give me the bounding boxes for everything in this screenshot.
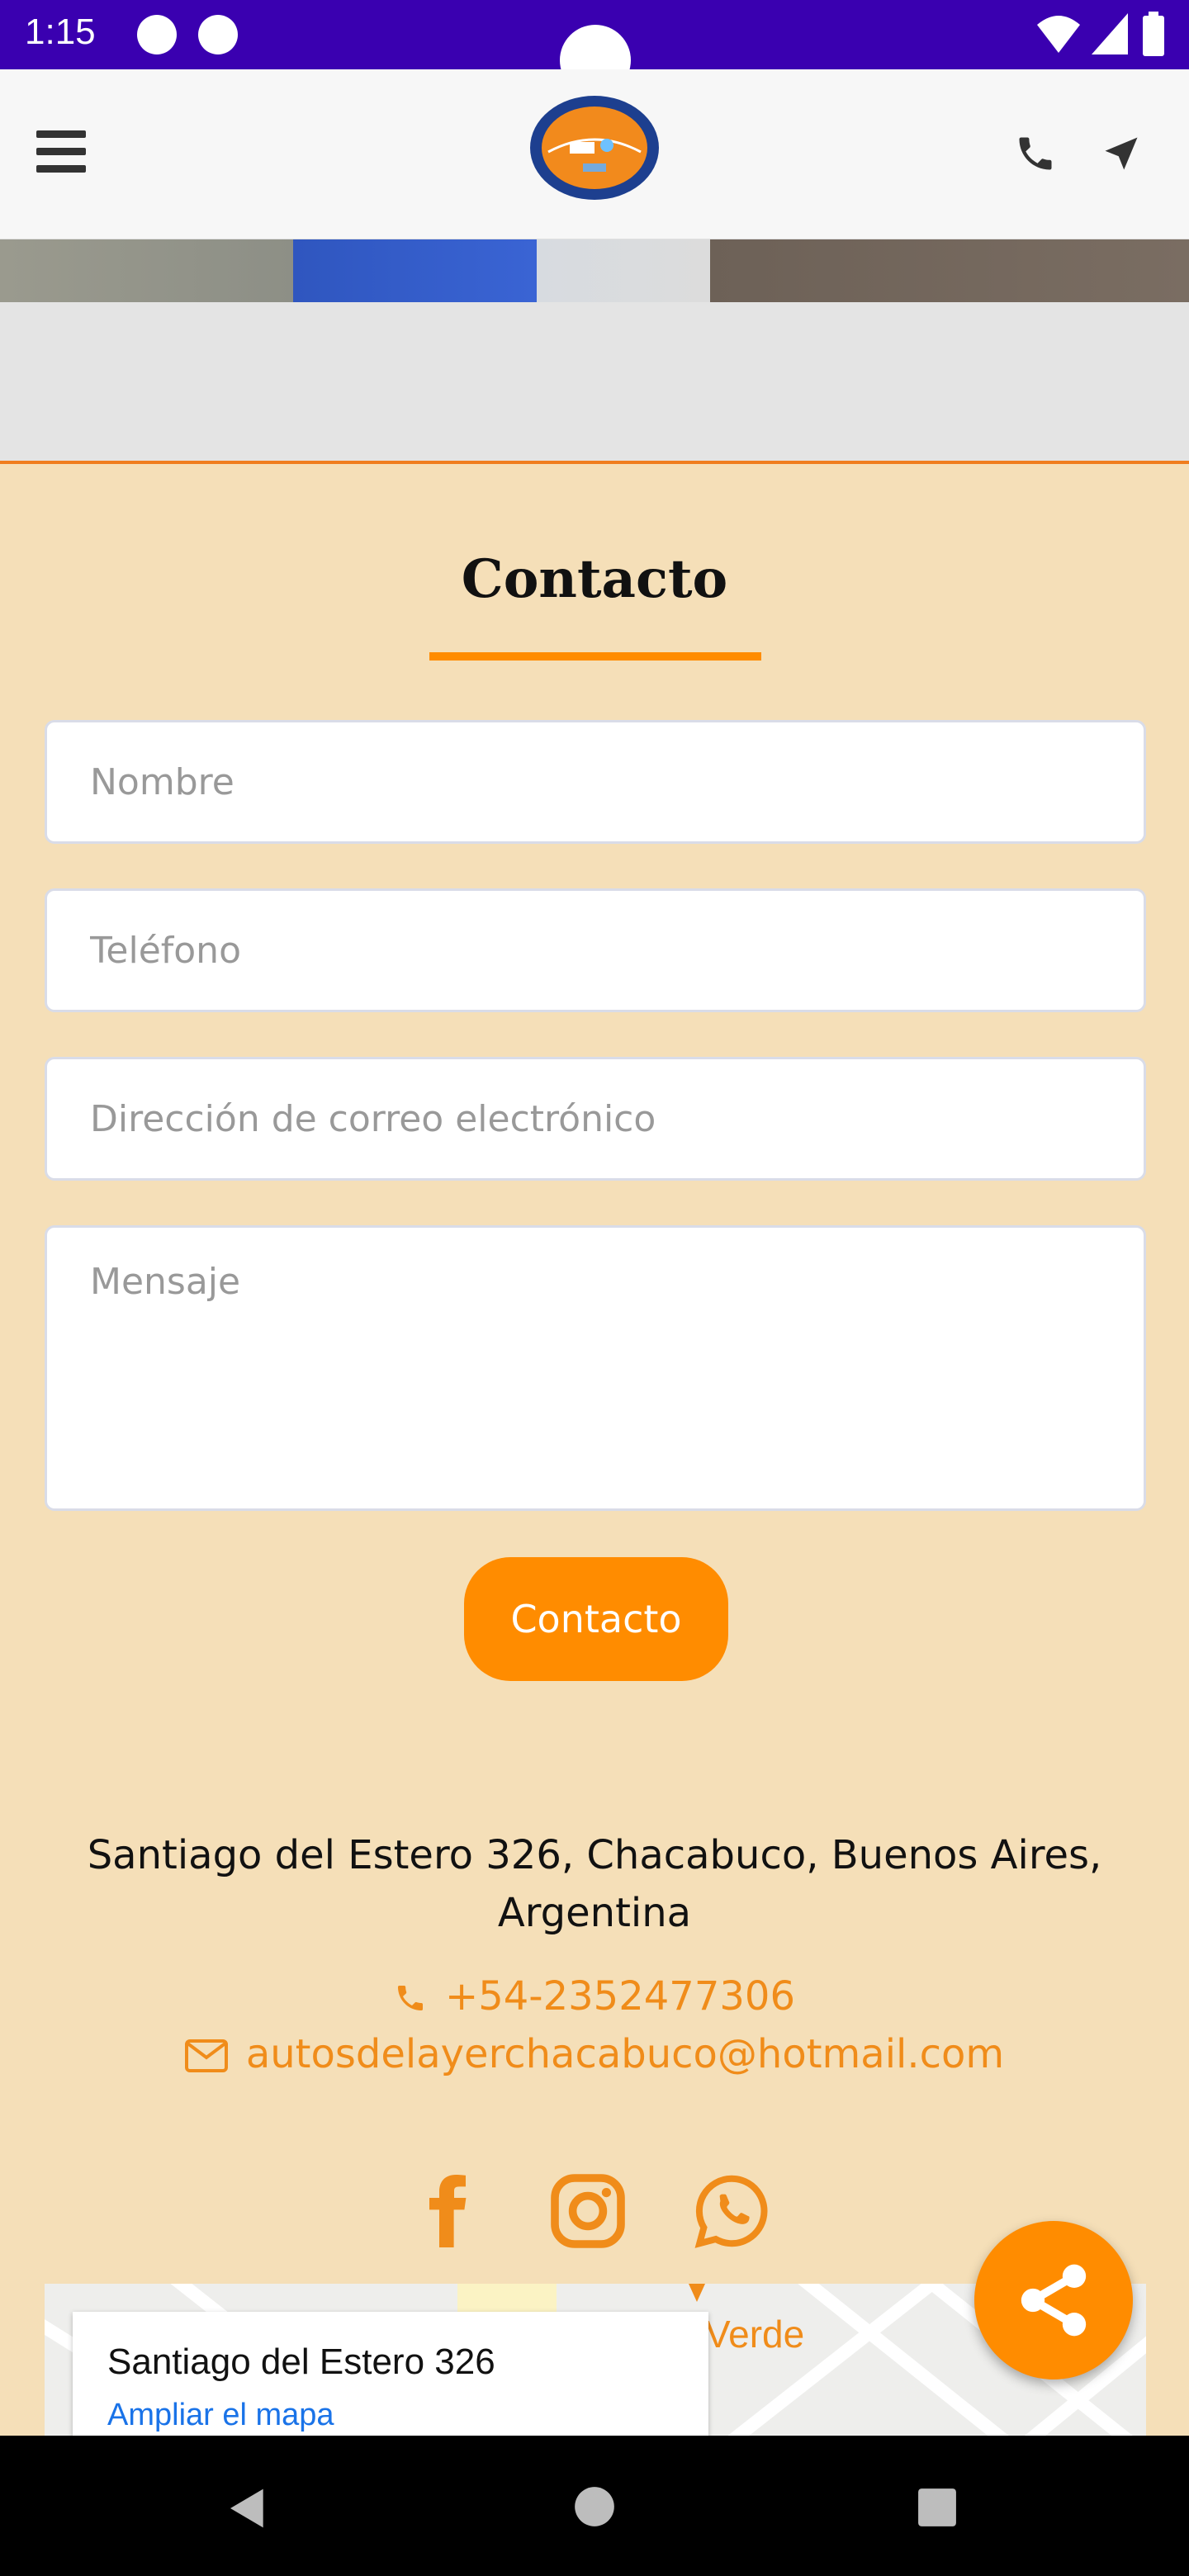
map-enlarge-link[interactable]: Ampliar el mapa xyxy=(107,2398,334,2433)
phone-icon xyxy=(397,1986,423,2010)
email-field[interactable] xyxy=(45,1057,1146,1181)
map-place-title: Santiago del Estero 326 xyxy=(107,2342,495,2382)
address-line-1: Santiago del Estero 326, Chacabuco, Buen… xyxy=(87,1832,1102,1878)
email-address: autosdelayerchacabuco@hotmail.com xyxy=(245,2031,1005,2077)
battery-icon xyxy=(1143,12,1164,56)
site-header xyxy=(0,69,1189,239)
map-label-verde: Verde xyxy=(705,2313,805,2356)
envelope-icon xyxy=(184,2039,228,2072)
recents-icon[interactable] xyxy=(917,2487,958,2528)
title-underline xyxy=(429,652,761,661)
system-navigation-bar xyxy=(0,2436,1189,2576)
address-line-2: Argentina xyxy=(497,1890,692,1936)
facebook-icon[interactable] xyxy=(408,2171,487,2251)
status-time: 1:15 xyxy=(25,12,96,52)
name-field[interactable] xyxy=(45,720,1146,844)
app-notification-icon xyxy=(198,15,238,54)
notification-dot-icon xyxy=(137,15,177,54)
hamburger-icon[interactable] xyxy=(36,130,86,175)
share-icon xyxy=(1021,2264,1087,2337)
address: Santiago del Estero 326, Chacabuco, Buen… xyxy=(0,1826,1189,1942)
instagram-icon[interactable] xyxy=(548,2171,628,2251)
email-link[interactable]: autosdelayerchacabuco@hotmail.com xyxy=(0,2031,1189,2077)
navigation-arrow-icon[interactable] xyxy=(1100,132,1143,175)
section-divider-band xyxy=(0,302,1189,464)
phone-field[interactable] xyxy=(45,888,1146,1012)
share-button[interactable] xyxy=(974,2221,1133,2379)
phone-link[interactable]: +54-2352477306 xyxy=(0,1973,1189,2020)
phone-number: +54-2352477306 xyxy=(444,1973,795,2020)
hero-image-bottom xyxy=(0,239,1189,302)
club-logo[interactable] xyxy=(528,94,661,201)
home-icon[interactable] xyxy=(573,2485,616,2528)
back-icon[interactable] xyxy=(225,2485,271,2531)
signal-icon xyxy=(1092,13,1128,54)
phone-icon[interactable] xyxy=(1014,132,1057,175)
whatsapp-icon[interactable] xyxy=(692,2171,771,2251)
wifi-icon xyxy=(1037,16,1080,53)
contact-title: Contacto xyxy=(461,548,728,610)
message-field[interactable] xyxy=(45,1225,1146,1511)
map-info-card: Santiago del Estero 326 Ampliar el mapa xyxy=(73,2312,708,2436)
submit-button[interactable]: Contacto xyxy=(464,1557,728,1681)
